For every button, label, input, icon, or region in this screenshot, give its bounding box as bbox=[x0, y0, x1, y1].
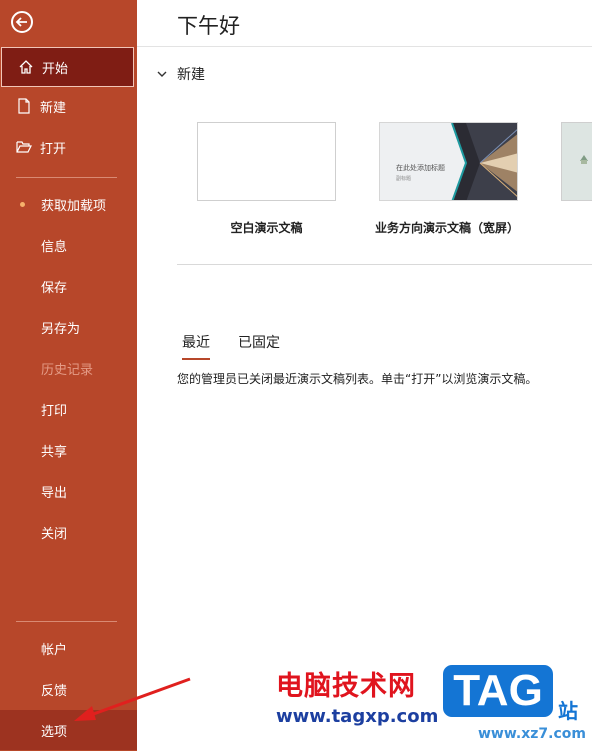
sidebar-item-home[interactable]: 开始 bbox=[1, 47, 134, 87]
sidebar-item-label: 获取加载项 bbox=[41, 198, 107, 214]
watermark-url: www.tagxp.com bbox=[276, 706, 439, 727]
template-label: 业务方向演示文稿（宽屏） bbox=[374, 221, 519, 235]
section-divider bbox=[177, 264, 592, 265]
sidebar-item-save-as[interactable]: 另存为 bbox=[0, 307, 137, 347]
sidebar-item-label: 反馈 bbox=[41, 683, 68, 699]
template-thumbnail bbox=[197, 122, 336, 201]
template-blank[interactable] bbox=[197, 122, 336, 201]
sidebar-item-info[interactable]: 信息 bbox=[0, 225, 137, 265]
watermark-xz-url: www.xz7.com bbox=[478, 726, 586, 742]
template-thumbnail bbox=[561, 122, 592, 201]
template-business[interactable]: 在此处添加标题 副标题 bbox=[379, 122, 518, 201]
sidebar-item-label: 开始 bbox=[42, 61, 69, 77]
partial-template-preview bbox=[562, 123, 592, 200]
sidebar-item-history: 历史记录 bbox=[0, 348, 137, 388]
sidebar-divider bbox=[16, 621, 117, 622]
business-template-preview bbox=[380, 123, 517, 200]
watermark-text: 电脑技术网 bbox=[276, 671, 416, 702]
back-arrow-icon bbox=[15, 17, 27, 27]
sidebar-item-save[interactable]: 保存 bbox=[0, 266, 137, 306]
sidebar-item-open[interactable]: 打开 bbox=[0, 127, 137, 167]
recent-disabled-notice: 您的管理员已关闭最近演示文稿列表。单击“打开”以浏览演示文稿。 bbox=[177, 372, 538, 386]
tab-recent[interactable]: 最近 bbox=[182, 332, 210, 360]
sidebar-item-label: 新建 bbox=[40, 100, 67, 116]
sidebar-divider bbox=[16, 177, 117, 178]
sidebar-item-label: 历史记录 bbox=[41, 362, 94, 378]
sidebar-item-label: 选项 bbox=[41, 724, 68, 740]
new-document-icon bbox=[16, 98, 32, 114]
greeting-title: 下午好 bbox=[177, 14, 240, 38]
sidebar-item-label: 打印 bbox=[41, 403, 68, 419]
new-section-toggle[interactable]: 新建 bbox=[156, 64, 205, 84]
tab-pinned[interactable]: 已固定 bbox=[238, 332, 280, 352]
template-label: 空白演示文稿 bbox=[230, 221, 303, 235]
sidebar-item-print[interactable]: 打印 bbox=[0, 389, 137, 429]
sidebar-item-label: 共享 bbox=[41, 444, 68, 460]
header-divider bbox=[137, 46, 592, 47]
sidebar-item-share[interactable]: 共享 bbox=[0, 430, 137, 470]
chevron-down-icon bbox=[157, 71, 167, 77]
backstage-sidebar: 开始 新建 打开 获取加载项 信息 保存 另存为 历史记录 打印 共享 导出 关… bbox=[0, 0, 137, 751]
sidebar-item-export[interactable]: 导出 bbox=[0, 471, 137, 511]
thumbnail-subtitle: 副标题 bbox=[396, 176, 412, 182]
watermark-logo: TAG bbox=[440, 662, 556, 720]
home-icon bbox=[18, 59, 34, 75]
annotation-arrow-icon bbox=[74, 677, 191, 721]
back-button[interactable] bbox=[11, 11, 33, 33]
sidebar-item-new[interactable]: 新建 bbox=[0, 86, 137, 126]
sidebar-item-label: 信息 bbox=[41, 239, 68, 255]
sidebar-item-get-addins[interactable]: 获取加载项 bbox=[0, 184, 137, 224]
template-thumbnail: 在此处添加标题 副标题 bbox=[379, 122, 518, 201]
sidebar-item-label: 导出 bbox=[41, 485, 68, 501]
sidebar-item-label: 另存为 bbox=[41, 321, 81, 337]
sidebar-item-label: 关闭 bbox=[41, 526, 68, 542]
sidebar-item-label: 帐户 bbox=[41, 642, 68, 658]
sidebar-item-close[interactable]: 关闭 bbox=[0, 512, 137, 552]
sidebar-item-account[interactable]: 帐户 bbox=[0, 628, 137, 668]
sidebar-item-label: 打开 bbox=[40, 141, 67, 157]
sidebar-item-label: 保存 bbox=[41, 280, 68, 296]
template-partial[interactable] bbox=[561, 122, 592, 201]
thumbnail-title: 在此处添加标题 bbox=[396, 164, 445, 172]
watermark-site: 站 bbox=[558, 699, 578, 723]
folder-open-icon bbox=[16, 139, 32, 155]
new-section-title: 新建 bbox=[177, 67, 205, 83]
